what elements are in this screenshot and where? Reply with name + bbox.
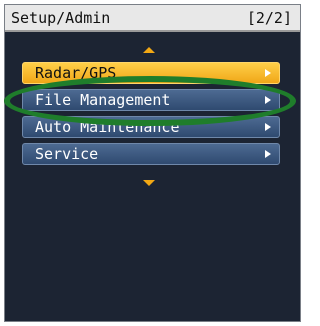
menu-item-label: Service (35, 145, 99, 163)
chevron-right-icon (265, 123, 271, 131)
menu-item-file-management[interactable]: File Management (22, 89, 280, 111)
menu-item-label: Radar/GPS (35, 64, 117, 82)
menu-item-auto-maintenance[interactable]: Auto Maintenance (22, 116, 280, 138)
chevron-right-icon (265, 69, 271, 77)
setup-admin-screen: Setup/Admin [2/2] Radar/GPS File Managem… (4, 4, 301, 322)
up-arrow-icon[interactable] (143, 47, 155, 53)
header-bar: Setup/Admin [2/2] (5, 5, 300, 32)
menu-item-service[interactable]: Service (22, 143, 280, 165)
screen-title: Setup/Admin (11, 9, 111, 27)
menu-item-label: Auto Maintenance (35, 118, 180, 136)
chevron-right-icon (265, 150, 271, 158)
menu-list: Radar/GPS File Management Auto Maintenan… (22, 62, 280, 170)
page-indicator: [2/2] (246, 9, 292, 27)
menu-item-label: File Management (35, 91, 171, 109)
chevron-right-icon (265, 96, 271, 104)
down-arrow-icon[interactable] (143, 180, 155, 186)
menu-item-radar-gps[interactable]: Radar/GPS (22, 62, 280, 84)
